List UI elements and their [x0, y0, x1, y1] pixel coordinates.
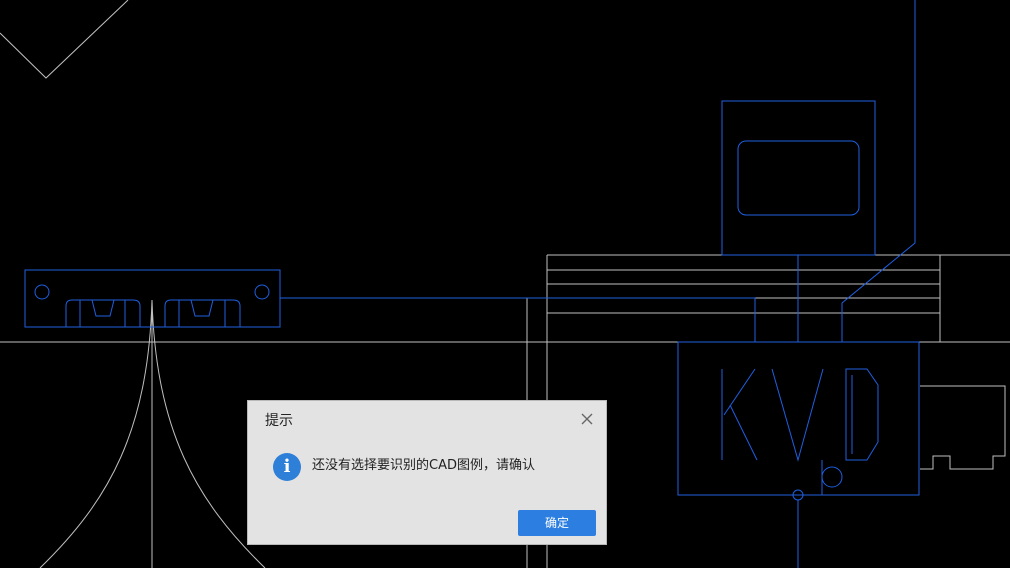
- letter-k: [721, 368, 758, 461]
- prompt-dialog: 提示 i 还没有选择要识别的CAD图例，请确认 确定: [247, 400, 607, 545]
- info-icon: i: [273, 453, 301, 481]
- right-slot-inner: [178, 299, 226, 327]
- stepped-outline: [920, 385, 1006, 470]
- close-icon-glyph: [581, 413, 593, 425]
- letter-d: [845, 368, 879, 461]
- right-slot: [164, 299, 241, 327]
- kvd-circle: [821, 466, 843, 488]
- left-slot: [65, 299, 141, 327]
- slanted-lead: [841, 0, 916, 342]
- upper-box-window: [737, 140, 860, 216]
- kvd-box: [677, 341, 920, 496]
- curve-left: [39, 299, 153, 568]
- kvd-letters: [721, 368, 879, 462]
- upper-box: [721, 100, 876, 256]
- left-hole: [34, 284, 50, 300]
- chevron-line: [0, 0, 129, 79]
- connector-line: [280, 297, 756, 342]
- left-slot-inner: [79, 299, 126, 327]
- close-icon[interactable]: [580, 412, 594, 426]
- ok-button[interactable]: 确定: [518, 510, 596, 536]
- dialog-message: 还没有选择要识别的CAD图例，请确认: [312, 458, 535, 473]
- dialog-title: 提示: [265, 413, 293, 429]
- letter-v: [771, 368, 824, 462]
- right-hole: [254, 284, 270, 300]
